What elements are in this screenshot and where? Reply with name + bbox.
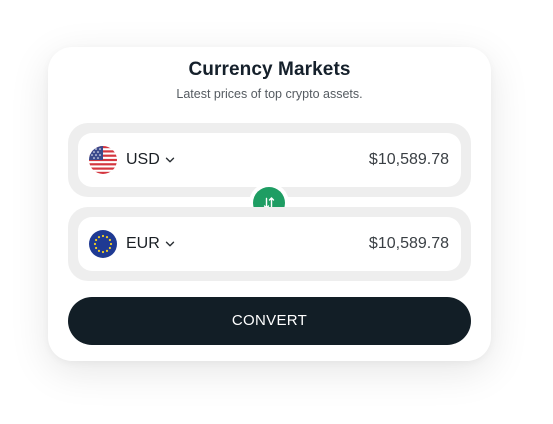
page-subtitle: Latest prices of top crypto assets. [176,87,363,101]
to-amount[interactable]: $10,589.78 [369,234,449,254]
from-amount[interactable]: $10,589.78 [369,150,449,170]
to-currency-row: EUR $10,589.78 [68,207,471,281]
us-flag-icon [89,146,117,174]
to-currency-code[interactable]: EUR [126,234,160,254]
chevron-down-icon[interactable] [164,237,176,249]
from-currency-field[interactable]: USD $10,589.78 [78,133,461,187]
eu-flag-icon [89,230,117,258]
convert-button[interactable]: CONVERT [68,297,471,345]
from-currency-code[interactable]: USD [126,150,160,170]
converter-card: Currency Markets Latest prices of top cr… [48,47,491,361]
chevron-down-icon[interactable] [164,153,176,165]
to-currency-field[interactable]: EUR $10,589.78 [78,217,461,271]
page-title: Currency Markets [188,59,351,80]
